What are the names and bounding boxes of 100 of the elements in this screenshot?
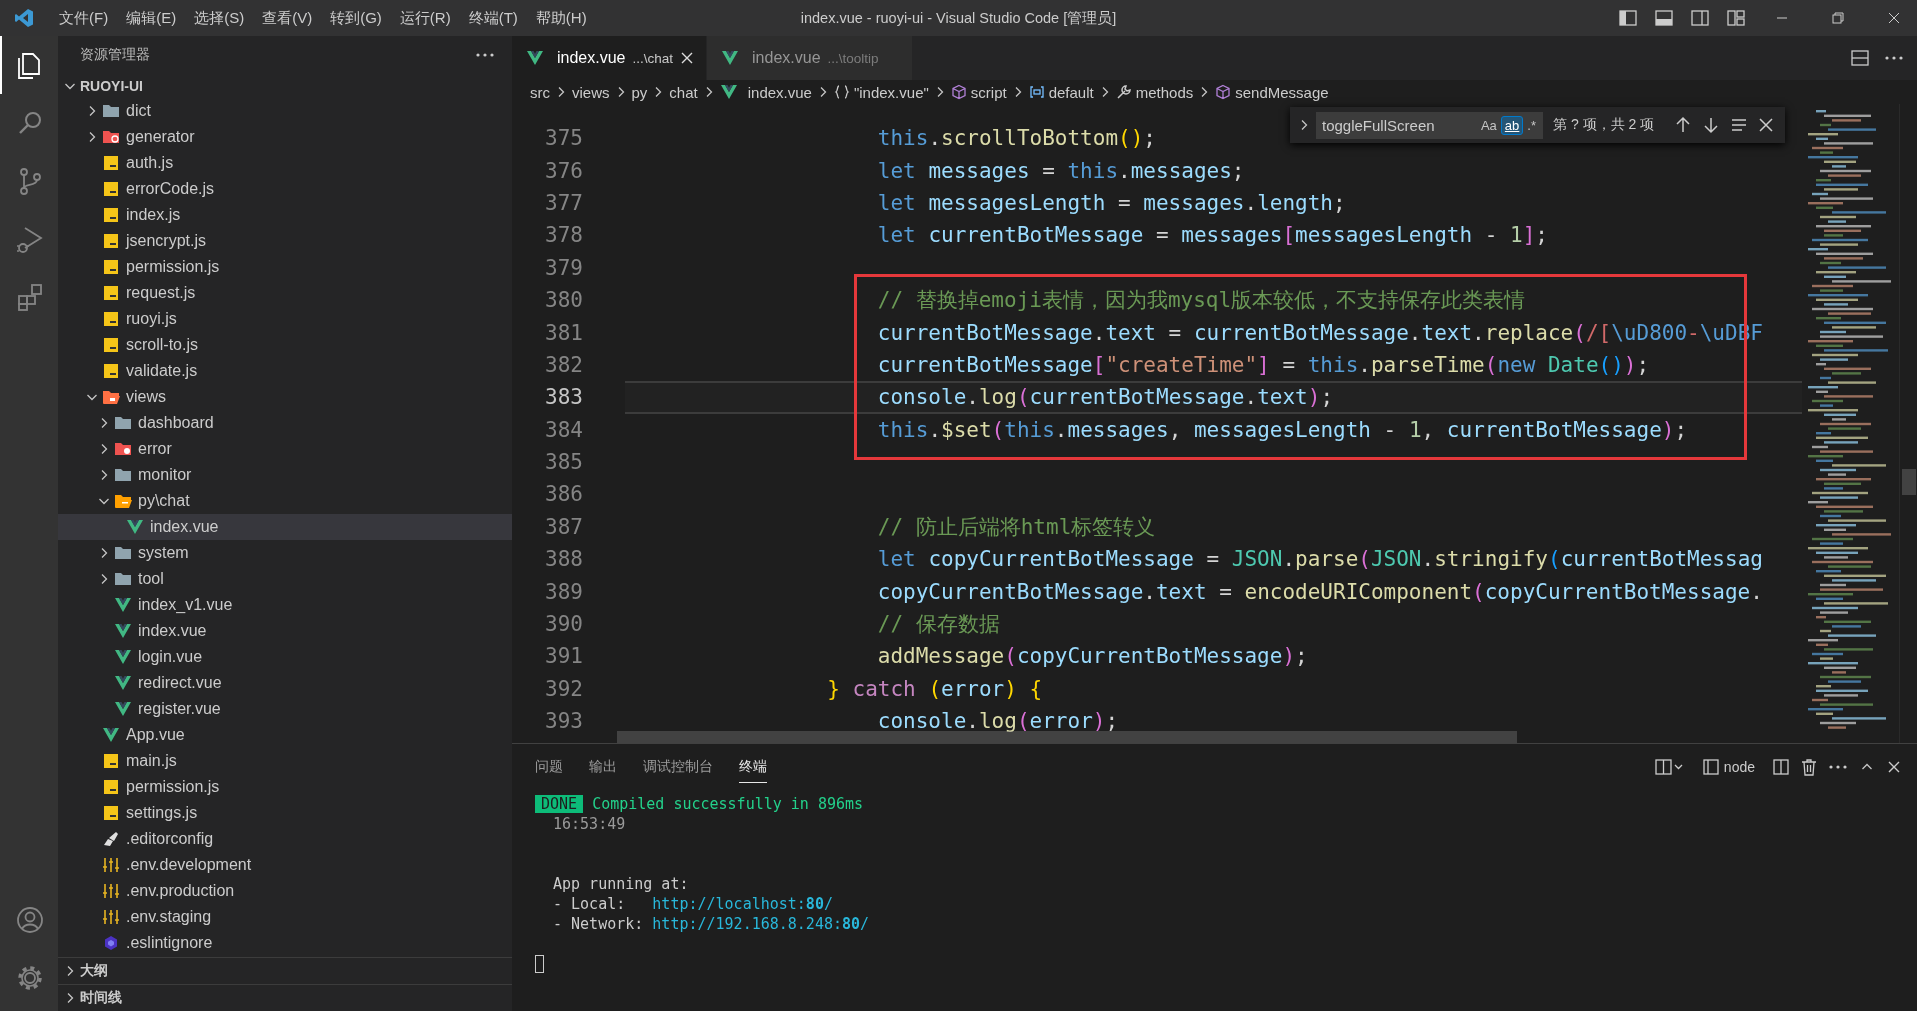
tree-item[interactable]: .editorconfig <box>58 826 512 852</box>
tree-item[interactable]: permission.js <box>58 774 512 800</box>
scrollbar-thumb[interactable] <box>1902 469 1916 495</box>
line-number: 391 <box>544 644 583 669</box>
option-toggle[interactable]: .* <box>1523 115 1540 135</box>
close-icon[interactable] <box>680 51 695 65</box>
menu-item[interactable]: 选择(S) <box>185 4 254 32</box>
tree-item[interactable]: index.js <box>58 202 512 228</box>
search-field[interactable]: toggleFullScreen Aa ab .* <box>1316 111 1543 139</box>
tree-item[interactable]: .eslintignore <box>58 930 512 956</box>
tree-item[interactable]: request.js <box>58 280 512 306</box>
breadcrumb[interactable]: script <box>950 83 1007 101</box>
tree-item[interactable]: dashboard <box>58 410 512 436</box>
secondary-sidebar-icon[interactable] <box>1691 10 1709 26</box>
tree-item[interactable]: views <box>58 384 512 410</box>
more-icon[interactable] <box>476 52 494 58</box>
split-editor-icon[interactable] <box>1851 50 1869 66</box>
sidebar-layout-icon[interactable] <box>1619 10 1637 26</box>
extensions-icon[interactable] <box>18 284 42 311</box>
split-terminal-icon[interactable] <box>1773 759 1789 775</box>
close-icon[interactable] <box>1887 760 1901 774</box>
layout-grid-icon[interactable] <box>1727 10 1745 26</box>
tree-item[interactable]: .env.production <box>58 878 512 904</box>
tree-item[interactable]: permission.js <box>58 254 512 280</box>
terminal-link[interactable]: http://localhost:80/ <box>652 895 833 913</box>
split-dropdown-icon[interactable] <box>1654 759 1685 775</box>
tree-item[interactable]: system <box>58 540 512 566</box>
close-icon[interactable] <box>1888 12 1900 24</box>
project-name[interactable]: RUOYI-UI <box>80 78 143 94</box>
panel-tab[interactable]: 调试控制台 <box>643 751 713 783</box>
restore-icon[interactable] <box>1832 12 1844 24</box>
close-icon[interactable] <box>1758 117 1775 133</box>
js-file-icon <box>102 233 120 249</box>
breadcrumb[interactable]: methods <box>1115 83 1194 101</box>
terminal-link[interactable]: http://192.168.8.248:80/ <box>652 915 870 933</box>
tree-item[interactable]: scroll-to.js <box>58 332 512 358</box>
panel-tab[interactable]: 输出 <box>589 751 617 783</box>
menu-item[interactable]: 终端(T) <box>459 4 527 32</box>
section-header[interactable]: 大纲 <box>80 962 108 980</box>
menu-item[interactable]: 运行(R) <box>390 4 460 32</box>
tree-item[interactable]: dict <box>58 98 512 124</box>
tree-item[interactable]: index.vue <box>58 514 512 540</box>
account-icon[interactable] <box>17 907 43 933</box>
tree-item[interactable]: generator <box>58 124 512 150</box>
option-toggle[interactable]: ab <box>1500 115 1524 135</box>
status-badge: DONE <box>535 795 584 813</box>
section-header[interactable]: 时间线 <box>80 989 122 1007</box>
breadcrumb[interactable]: index.vue <box>719 83 812 101</box>
editor-tab[interactable]: index.vue ...\tooltip <box>707 36 913 80</box>
more-icon[interactable] <box>1829 764 1847 770</box>
tree-item[interactable]: .env.staging <box>58 904 512 930</box>
breadcrumb[interactable]: sendMessage <box>1215 83 1329 101</box>
panel-tab[interactable]: 终端 <box>739 751 767 783</box>
tree-item[interactable]: jsencrypt.js <box>58 228 512 254</box>
arrow-down-icon[interactable] <box>1702 116 1721 134</box>
option-toggle[interactable]: Aa <box>1476 115 1501 135</box>
tree-item[interactable]: index.vue <box>58 618 512 644</box>
settings-icon[interactable] <box>18 966 42 990</box>
branch-icon[interactable] <box>20 168 41 195</box>
tree-item[interactable]: index_v1.vue <box>58 592 512 618</box>
horizontal-scrollbar[interactable] <box>617 731 1517 743</box>
breadcrumb[interactable]: py <box>631 83 648 101</box>
menu-item[interactable]: 帮助(H) <box>526 4 596 32</box>
tree-item[interactable]: settings.js <box>58 800 512 826</box>
breadcrumb[interactable]: default <box>1028 83 1094 101</box>
tree-item[interactable]: login.vue <box>58 644 512 670</box>
editor-tab[interactable]: index.vue ...\chat <box>512 36 708 80</box>
tree-item[interactable]: register.vue <box>58 696 512 722</box>
breadcrumb[interactable]: "index.vue" <box>833 83 929 101</box>
tree-item[interactable]: monitor <box>58 462 512 488</box>
tree-item[interactable]: redirect.vue <box>58 670 512 696</box>
tree-item[interactable]: tool <box>58 566 512 592</box>
trash-icon[interactable] <box>1801 758 1817 776</box>
cube-icon <box>1215 84 1232 100</box>
breadcrumb[interactable]: chat <box>669 83 698 101</box>
files-icon[interactable] <box>18 53 40 79</box>
tree-item[interactable]: auth.js <box>58 150 512 176</box>
menu-item[interactable]: 编辑(E) <box>117 4 186 32</box>
selection-icon[interactable] <box>1730 116 1749 134</box>
more-icon[interactable] <box>1885 55 1903 61</box>
tree-item[interactable]: validate.js <box>58 358 512 384</box>
tree-item[interactable]: errorCode.js <box>58 176 512 202</box>
breadcrumb[interactable]: src <box>530 83 550 101</box>
panel-layout-icon[interactable] <box>1655 10 1673 26</box>
search-icon[interactable] <box>19 112 41 134</box>
tree-item[interactable]: main.js <box>58 748 512 774</box>
tree-item[interactable]: .env.development <box>58 852 512 878</box>
breadcrumb[interactable]: views <box>572 83 610 101</box>
menu-item[interactable]: 查看(V) <box>253 4 322 32</box>
tree-item[interactable]: ruoyi.js <box>58 306 512 332</box>
app-logo-icon[interactable] <box>14 8 34 28</box>
tree-item[interactable]: App.vue <box>58 722 512 748</box>
tree-item[interactable]: py\chat <box>58 488 512 514</box>
tree-item[interactable]: error <box>58 436 512 462</box>
js-file-icon <box>102 155 120 171</box>
panel-tab[interactable]: 问题 <box>535 751 563 783</box>
menu-item[interactable]: 文件(F) <box>50 4 118 32</box>
menu-item[interactable]: 转到(G) <box>321 4 391 32</box>
run-debug-icon[interactable] <box>16 227 43 253</box>
terminal-selector[interactable]: node <box>1696 758 1761 776</box>
